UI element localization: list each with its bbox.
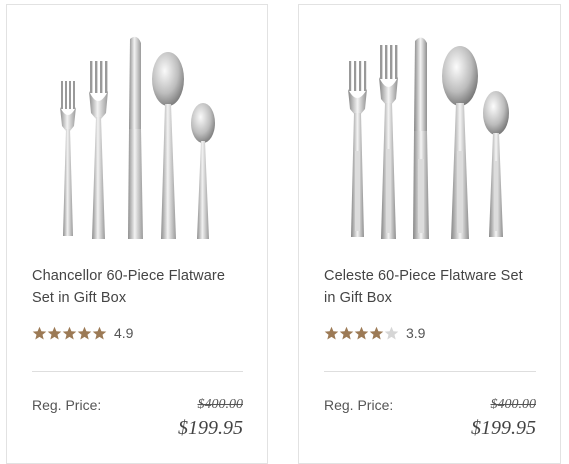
rating-stars	[32, 326, 107, 341]
star-filled-icon	[62, 326, 77, 339]
divider	[32, 371, 243, 372]
star-filled-icon	[32, 326, 47, 339]
flatware-set-image[interactable]	[319, 31, 541, 241]
star-filled-icon	[324, 326, 339, 339]
star-filled-icon	[92, 326, 107, 339]
product-card[interactable]: Celeste 60-Piece Flatware Set in Gift Bo…	[298, 4, 561, 464]
knife-icon	[413, 37, 429, 239]
star-filled-icon	[339, 326, 354, 339]
spoon-icon	[442, 46, 478, 239]
dinner-fork-icon	[89, 61, 108, 239]
dinner-fork-icon	[379, 45, 398, 239]
rating-value: 3.9	[406, 325, 426, 341]
salad-fork-icon	[348, 61, 367, 237]
star-empty-icon	[384, 326, 399, 339]
product-rating: 4.9	[32, 325, 133, 341]
star-filled-icon	[354, 326, 369, 339]
flatware-set-image[interactable]	[27, 31, 249, 241]
teaspoon-icon	[191, 103, 215, 239]
spoon-icon	[152, 52, 184, 239]
star-filled-icon	[369, 326, 384, 339]
rating-value: 4.9	[114, 325, 134, 341]
product-title[interactable]: Celeste 60-Piece Flatware Set in Gift Bo…	[324, 265, 538, 309]
knife-icon	[128, 36, 143, 239]
rating-stars	[324, 326, 399, 341]
product-title[interactable]: Chancellor 60-Piece Flatware Set in Gift…	[32, 265, 246, 309]
star-filled-icon	[77, 326, 92, 339]
salad-fork-icon	[60, 81, 76, 236]
sale-price: $199.95	[471, 417, 536, 439]
reg-price-label: Reg. Price:	[32, 397, 102, 413]
teaspoon-icon	[483, 91, 509, 237]
star-filled-icon	[47, 326, 62, 339]
product-rating: 3.9	[324, 325, 425, 341]
reg-price-label: Reg. Price:	[324, 397, 394, 413]
original-price: $400.00	[197, 397, 244, 412]
original-price: $400.00	[490, 397, 537, 412]
divider	[324, 371, 536, 372]
product-card[interactable]: Chancellor 60-Piece Flatware Set in Gift…	[6, 4, 268, 464]
sale-price: $199.95	[178, 417, 243, 439]
